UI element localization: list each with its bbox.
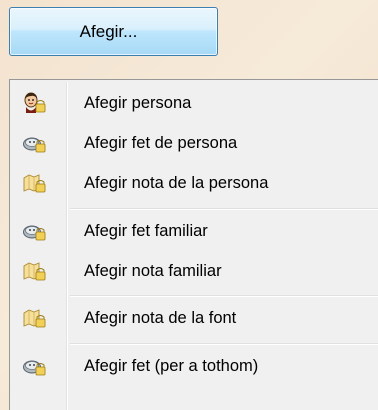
- menu-item-add-person[interactable]: Afegir persona: [12, 85, 378, 121]
- event-icon: [23, 360, 46, 376]
- menu-item-label: Afegir nota de la font: [84, 308, 237, 327]
- menu-item-label: Afegir fet (per a tothom): [84, 356, 259, 375]
- menu-separator: [70, 295, 378, 297]
- menu-item-add-family-event[interactable]: Afegir fet familiar: [12, 213, 378, 249]
- menu-item-add-person-event[interactable]: Afegir fet de persona: [12, 125, 378, 161]
- add-button-label: Afegir...: [79, 21, 138, 41]
- add-menu: Afegir persona Afegir fet de persona Afe…: [9, 79, 378, 410]
- menu-item-label: Afegir nota de la persona: [84, 173, 269, 192]
- menu-item-label: Afegir persona: [84, 93, 192, 112]
- menu-separator: [70, 343, 378, 345]
- menu-item-add-family-note[interactable]: Afegir nota familiar: [12, 253, 378, 289]
- menu-item-label: Afegir nota familiar: [84, 261, 222, 280]
- add-button[interactable]: Afegir...: [9, 7, 218, 56]
- menu-item-add-person-note[interactable]: Afegir nota de la persona: [12, 165, 378, 201]
- menu-item-add-source-note[interactable]: Afegir nota de la font: [12, 300, 378, 336]
- menu-separator: [70, 208, 378, 210]
- note-icon: [23, 262, 46, 281]
- menu-item-add-event-everyone[interactable]: Afegir fet (per a tothom): [12, 348, 378, 384]
- note-icon: [23, 174, 46, 193]
- event-icon: [23, 225, 46, 241]
- menu-item-label: Afegir fet familiar: [84, 221, 208, 240]
- event-icon: [23, 137, 46, 153]
- person-icon: [24, 92, 46, 113]
- menu-item-label: Afegir fet de persona: [84, 133, 238, 152]
- note-icon: [23, 309, 46, 328]
